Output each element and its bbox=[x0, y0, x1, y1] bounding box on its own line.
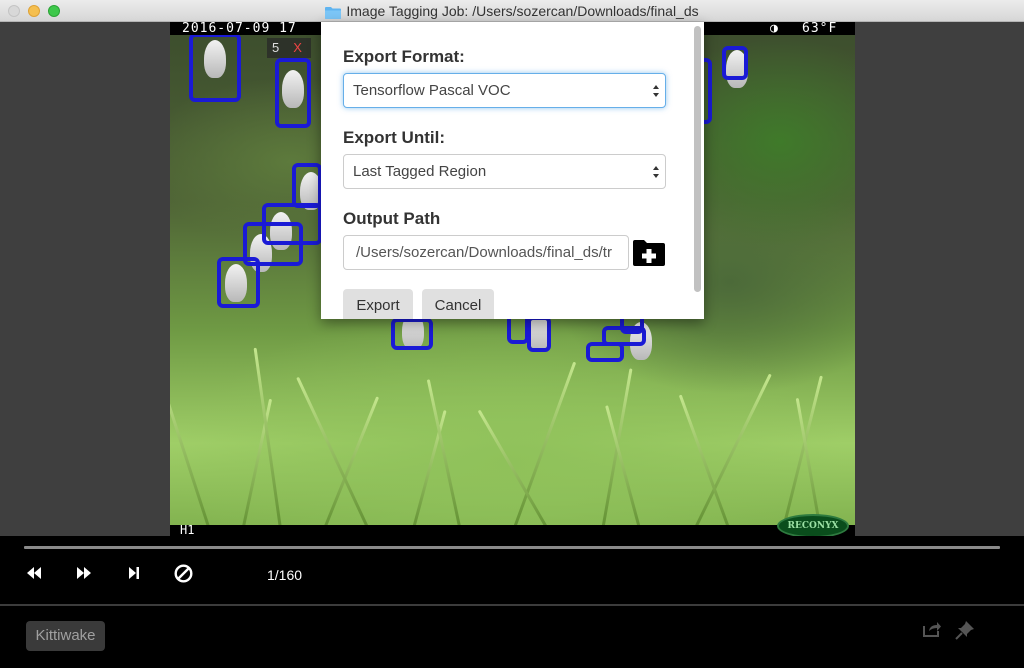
frame-counter: 1/160 bbox=[267, 567, 303, 583]
add-folder-icon[interactable] bbox=[633, 240, 665, 266]
window-title-wrap: Image Tagging Job: /Users/sozercan/Downl… bbox=[0, 0, 1024, 22]
window-title: Image Tagging Job: /Users/sozercan/Downl… bbox=[346, 3, 699, 19]
export-until-value: Last Tagged Region bbox=[353, 163, 487, 180]
title-bar: Image Tagging Job: /Users/sozercan/Downl… bbox=[0, 0, 1024, 22]
bounding-box[interactable] bbox=[189, 33, 241, 102]
share-icon[interactable] bbox=[922, 620, 942, 638]
clear-icon[interactable] bbox=[174, 564, 193, 583]
export-until-label: Export Until: bbox=[343, 128, 445, 147]
export-dialog: Export Format: Tensorflow Pascal VOC Exp… bbox=[321, 22, 704, 319]
skip-to-end-icon[interactable] bbox=[128, 566, 140, 580]
bounding-box[interactable] bbox=[217, 257, 260, 308]
export-until-select[interactable]: Last Tagged Region bbox=[343, 154, 666, 189]
rewind-icon[interactable] bbox=[26, 566, 42, 580]
camera-footer-bar: H1 bbox=[170, 523, 855, 536]
dialog-scrollbar[interactable] bbox=[694, 26, 701, 292]
fast-forward-icon[interactable] bbox=[76, 566, 92, 580]
export-format-select[interactable]: Tensorflow Pascal VOC bbox=[343, 73, 666, 108]
export-format-value: Tensorflow Pascal VOC bbox=[353, 82, 511, 99]
output-path-input[interactable]: /Users/sozercan/Downloads/final_ds/tr bbox=[343, 235, 629, 270]
export-button[interactable]: Export bbox=[343, 289, 413, 319]
pin-icon[interactable] bbox=[954, 619, 976, 641]
select-arrows-icon bbox=[653, 85, 659, 97]
bounding-box[interactable] bbox=[527, 316, 551, 352]
bounding-box[interactable] bbox=[292, 163, 322, 208]
output-path-label: Output Path bbox=[343, 209, 441, 228]
region-delete-button[interactable]: X bbox=[293, 40, 302, 55]
cancel-button[interactable]: Cancel bbox=[422, 289, 494, 319]
camera-id: H1 bbox=[180, 523, 195, 536]
camera-temperature: 63°F bbox=[802, 22, 838, 36]
camera-date: 2016-07-09 17 bbox=[182, 22, 297, 36]
bounding-box[interactable] bbox=[275, 58, 311, 128]
moon-phase-icon: ◑ bbox=[770, 22, 778, 36]
region-number: 5 bbox=[272, 40, 280, 55]
export-format-label: Export Format: bbox=[343, 47, 465, 66]
folder-icon bbox=[325, 7, 342, 19]
bounding-box[interactable] bbox=[722, 46, 748, 80]
tag-kittiwake-button[interactable]: Kittiwake bbox=[26, 621, 105, 651]
region-badge: 5X bbox=[267, 38, 311, 58]
reconyx-logo: RECONYX bbox=[777, 514, 849, 536]
bounding-box[interactable] bbox=[391, 318, 433, 350]
player-controls bbox=[0, 536, 1024, 604]
toolbar-divider bbox=[0, 604, 1024, 606]
select-arrows-icon bbox=[653, 166, 659, 178]
